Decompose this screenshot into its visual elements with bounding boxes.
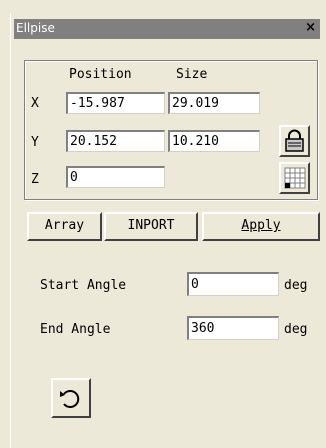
reset-direction-button[interactable] — [51, 378, 91, 418]
z-axis-label: Z — [31, 172, 39, 187]
lock-icon — [285, 129, 304, 152]
rotate-ccw-icon — [60, 390, 80, 408]
start-angle-input[interactable] — [187, 272, 279, 296]
y-axis-label: Y — [31, 135, 39, 150]
end-angle-input[interactable] — [187, 316, 279, 340]
apply-label: Apply — [241, 218, 281, 233]
array-button[interactable]: Array — [27, 212, 102, 241]
grid-anchor-icon — [284, 167, 306, 189]
x-position-input[interactable] — [66, 92, 165, 114]
panel-title: Ellpise — [16, 21, 55, 35]
x-size-input[interactable] — [168, 92, 260, 114]
y-size-input[interactable] — [168, 130, 260, 152]
close-icon[interactable]: × — [305, 20, 316, 35]
lock-ratio-button[interactable] — [279, 125, 310, 157]
panel-titlebar: Ellpise × — [14, 19, 320, 39]
y-position-input[interactable] — [66, 130, 165, 152]
import-button[interactable]: INPORT — [104, 212, 198, 241]
size-header: Size — [176, 67, 208, 82]
apply-button[interactable]: Apply — [202, 212, 320, 241]
position-header: Position — [69, 67, 132, 82]
top-strip — [0, 0, 326, 13]
start-angle-label: Start Angle — [40, 278, 127, 293]
z-position-input[interactable] — [66, 166, 165, 188]
anchor-grid-button[interactable] — [279, 162, 310, 194]
x-axis-label: X — [31, 96, 39, 111]
end-angle-unit: deg — [284, 322, 308, 337]
start-angle-unit: deg — [284, 278, 308, 293]
end-angle-label: End Angle — [40, 322, 111, 337]
